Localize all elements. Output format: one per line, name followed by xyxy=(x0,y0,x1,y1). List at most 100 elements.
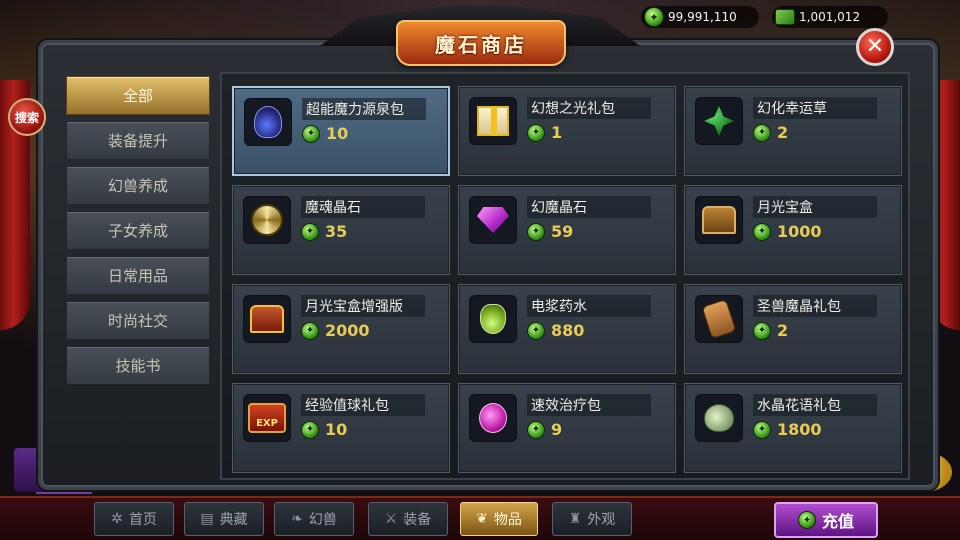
search-button[interactable]: 搜索 xyxy=(8,98,46,136)
tab-appearance-label: 外观 xyxy=(587,512,616,528)
item-card[interactable]: 圣兽魔晶礼包 ✦ 2 xyxy=(684,284,902,374)
recharge-label: 充值 xyxy=(821,512,854,531)
item-price: ✦ 880 xyxy=(527,321,584,340)
purple-gem-icon xyxy=(477,207,509,233)
item-price: ✦ 10 xyxy=(302,124,348,143)
item-thumb xyxy=(243,295,291,343)
crystal-icon: ✦ xyxy=(301,420,319,439)
item-name: 幻魔晶石 xyxy=(527,196,651,218)
item-price-value: 1000 xyxy=(777,222,822,241)
item-thumb xyxy=(469,295,517,343)
item-name: 魔魂晶石 xyxy=(301,196,425,218)
item-price: ✦ 1800 xyxy=(753,420,822,439)
item-price: ✦ 2 xyxy=(753,123,788,142)
category-equipment-upgrade[interactable]: 装备提升 xyxy=(66,121,210,160)
item-price: ✦ 9 xyxy=(527,420,562,439)
ticket-balance: 1,001,012 xyxy=(772,6,888,28)
green-potion-icon xyxy=(480,304,506,334)
item-card[interactable]: 电浆药水 ✦ 880 xyxy=(458,284,676,374)
item-thumb: EXP xyxy=(243,394,291,442)
tab-home[interactable]: ✲ 首页 xyxy=(94,502,174,536)
item-price: ✦ 35 xyxy=(301,222,347,241)
item-name: 幻想之光礼包 xyxy=(527,97,651,119)
item-card[interactable]: 速效治疗包 ✦ 9 xyxy=(458,383,676,473)
crystal-icon: ✦ xyxy=(797,511,816,529)
item-price-value: 2 xyxy=(777,123,789,142)
crystal-icon: ✦ xyxy=(753,420,771,439)
category-daily-items[interactable]: 日常用品 xyxy=(66,256,210,295)
appearance-icon: ♜ xyxy=(568,511,582,527)
crystal-balance: ✦ 99,991,110 xyxy=(641,6,759,28)
item-name: 水晶花语礼包 xyxy=(753,394,877,416)
category-beast-training[interactable]: 幻兽养成 xyxy=(66,166,210,205)
tab-beast[interactable]: ❧ 幻兽 xyxy=(274,502,354,536)
item-thumb xyxy=(695,295,743,343)
close-button[interactable]: ✕ xyxy=(856,28,894,66)
crystal-icon: ✦ xyxy=(301,222,319,241)
gift-box-icon xyxy=(477,106,509,136)
crystal-icon: ✦ xyxy=(753,123,771,142)
item-price-value: 880 xyxy=(551,321,585,340)
tab-items[interactable]: ❦ 物品 xyxy=(460,502,538,536)
item-price-value: 2000 xyxy=(325,321,370,340)
item-price-value: 10 xyxy=(325,420,348,439)
item-price: ✦ 1 xyxy=(527,123,562,142)
clover-icon xyxy=(704,106,734,136)
item-name: 经验值球礼包 xyxy=(301,394,425,416)
mana-pack-icon xyxy=(254,106,282,138)
crystal-icon: ✦ xyxy=(527,321,545,340)
category-menu: 全部 装备提升 幻兽养成 子女养成 日常用品 时尚社交 技能书 xyxy=(66,76,210,385)
tab-collection[interactable]: ▤ 典藏 xyxy=(184,502,264,536)
ticket-amount: 1,001,012 xyxy=(799,10,861,24)
item-card[interactable]: 魔魂晶石 ✦ 35 xyxy=(232,185,450,275)
item-card[interactable]: 月光宝盒 ✦ 1000 xyxy=(684,185,902,275)
item-name: 幻化幸运草 xyxy=(753,97,877,119)
item-thumb xyxy=(469,394,517,442)
item-card[interactable]: 超能魔力源泉包 ✦ 10 xyxy=(232,86,450,176)
exp-chest-icon: EXP xyxy=(248,403,286,433)
treasure-chest-icon xyxy=(702,206,736,234)
item-card[interactable]: 幻想之光礼包 ✦ 1 xyxy=(458,86,676,176)
crystal-amount: 99,991,110 xyxy=(668,10,737,24)
tab-home-label: 首页 xyxy=(128,512,157,528)
item-price: ✦ 2000 xyxy=(301,321,370,340)
category-skill-books[interactable]: 技能书 xyxy=(66,346,210,385)
tab-equipment[interactable]: ⚔ 装备 xyxy=(368,502,448,536)
item-card[interactable]: 月光宝盒增强版 ✦ 2000 xyxy=(232,284,450,374)
tab-appearance[interactable]: ♜ 外观 xyxy=(552,502,632,536)
equipment-icon: ⚔ xyxy=(384,511,398,527)
item-card[interactable]: 水晶花语礼包 ✦ 1800 xyxy=(684,383,902,473)
crystal-icon: ✦ xyxy=(527,222,545,241)
item-name: 速效治疗包 xyxy=(527,394,651,416)
crystal-icon: ✦ xyxy=(753,321,771,340)
beast-icon: ❧ xyxy=(291,511,303,527)
crystal-icon: ✦ xyxy=(527,420,545,439)
item-icon: ❦ xyxy=(476,511,488,527)
title-banner: 魔石商店 xyxy=(396,20,566,66)
item-card[interactable]: 幻化幸运草 ✦ 2 xyxy=(684,86,902,176)
item-price: ✦ 59 xyxy=(527,222,573,241)
tab-items-label: 物品 xyxy=(493,512,522,528)
ticket-icon xyxy=(775,9,795,25)
category-all[interactable]: 全部 xyxy=(66,76,210,115)
item-price-value: 59 xyxy=(551,222,574,241)
item-thumb xyxy=(244,98,292,146)
item-name: 电浆药水 xyxy=(527,295,651,317)
item-name: 月光宝盒 xyxy=(753,196,877,218)
item-name: 月光宝盒增强版 xyxy=(301,295,425,317)
item-price-value: 2 xyxy=(777,321,789,340)
item-thumb xyxy=(469,97,517,145)
tab-equipment-label: 装备 xyxy=(403,512,432,528)
sack-icon xyxy=(704,404,734,432)
item-grid-panel: 超能魔力源泉包 ✦ 10 幻想之光礼包 ✦ 1 幻化幸运草 ✦ 2 魔魂晶石 ✦ 35 … xyxy=(220,72,910,480)
category-child-training[interactable]: 子女养成 xyxy=(66,211,210,250)
soul-disc-icon xyxy=(251,204,283,236)
category-fashion-social[interactable]: 时尚社交 xyxy=(66,301,210,340)
tab-beast-label: 幻兽 xyxy=(308,512,337,528)
recharge-button[interactable]: ✦ 充值 xyxy=(774,502,878,538)
crystal-icon: ✦ xyxy=(753,222,771,241)
item-card[interactable]: 幻魔晶石 ✦ 59 xyxy=(458,185,676,275)
crystal-icon: ✦ xyxy=(527,123,545,142)
red-chest-icon xyxy=(250,305,284,333)
item-card[interactable]: EXP 经验值球礼包 ✦ 10 xyxy=(232,383,450,473)
